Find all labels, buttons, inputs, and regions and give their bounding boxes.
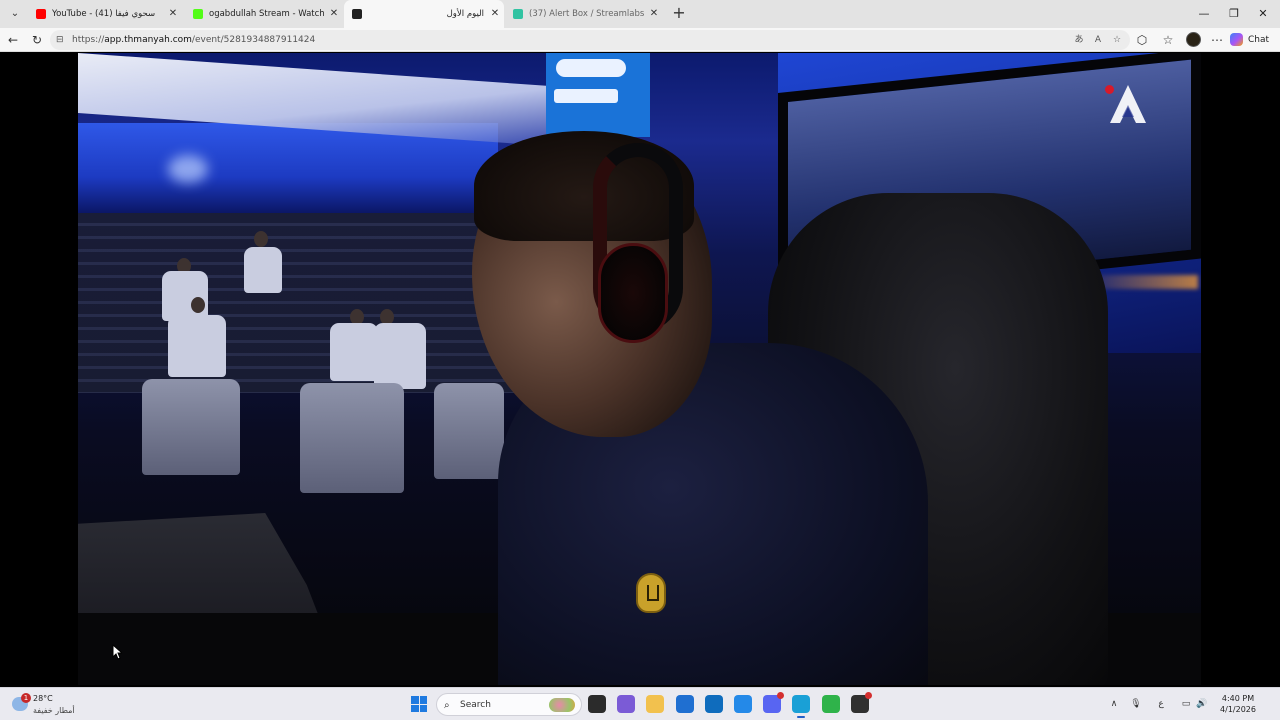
close-window-button[interactable]: ✕ <box>1246 0 1280 28</box>
tab-label: اليوم الأول <box>446 9 484 19</box>
ceiling-light <box>168 155 208 183</box>
weather-description: أمطار خفيفة <box>33 706 75 715</box>
favorite-star-icon[interactable]: ☆ <box>1108 30 1126 50</box>
tab-label: ogabdullah Stream - Watch Live o <box>209 9 327 19</box>
start-button[interactable] <box>411 696 427 712</box>
extensions-icon[interactable]: ⬡ <box>1132 30 1152 50</box>
youtube-favicon-icon <box>36 9 46 19</box>
page-content <box>0 53 1280 687</box>
tab-label: YouTube - سحوي فيفا (41) <box>52 9 156 19</box>
audience-member <box>162 271 208 321</box>
tab-streamlabs[interactable]: (37) Alert Box / Streamlabs ✕ <box>505 0 663 28</box>
headset-earcup <box>598 243 668 343</box>
audience-member <box>330 323 378 381</box>
tab-close-icon[interactable]: ✕ <box>490 0 500 28</box>
thmanyah-logo-icon <box>1110 85 1146 123</box>
tab-label: (37) Alert Box / Streamlabs <box>529 9 645 19</box>
lounge-seat <box>434 383 504 479</box>
audience-member <box>191 297 205 313</box>
audience-member <box>374 323 426 389</box>
tab-close-icon[interactable]: ✕ <box>168 0 178 28</box>
profile-avatar[interactable] <box>1186 32 1201 47</box>
desktop-screen: ⌄ YouTube - سحوي فيفا (41) ✕ ogabdullah … <box>0 0 1280 720</box>
obs-studio-icon[interactable] <box>851 692 872 713</box>
copilot-icon <box>1230 33 1243 46</box>
search-label: Search <box>460 700 491 710</box>
audience-member <box>168 315 226 377</box>
tab-close-icon[interactable]: ✕ <box>329 0 339 28</box>
site-info-icon[interactable]: ⊟ <box>56 30 64 50</box>
mouse-cursor-icon <box>112 644 122 660</box>
edge-browser-icon[interactable] <box>792 695 810 718</box>
read-aloud-icon[interactable]: A <box>1089 30 1107 50</box>
file-manager-icon[interactable] <box>588 695 606 713</box>
tab-actions-menu-button[interactable]: ⌄ <box>4 3 26 25</box>
outlook-icon[interactable] <box>705 695 723 713</box>
taskbar-search-box[interactable]: ⌕ Search <box>436 693 582 716</box>
streamlabs-favicon-icon <box>513 9 523 19</box>
notification-dot <box>865 692 872 699</box>
browser-toolbar: ← ↻ ⊟ https://app.thmanyah.com/event/528… <box>0 28 1280 52</box>
lounge-seat <box>142 379 240 475</box>
search-highlight-art <box>549 698 575 712</box>
microphone-icon[interactable]: 🎙 <box>1128 688 1144 720</box>
url-path: /event/5281934887911424 <box>191 35 316 45</box>
browser-tab-strip: ⌄ YouTube - سحوي فيفا (41) ✕ ogabdullah … <box>0 0 1280 28</box>
gallery-app-icon[interactable] <box>617 695 635 713</box>
audience-member <box>254 231 268 247</box>
more-menu-icon[interactable]: ⋯ <box>1207 30 1227 50</box>
windows-taskbar: 1 28°C أمطار خفيفة ⌕ Search ∧ 🎙 ع ▭ 🔊 4:… <box>0 687 1280 720</box>
url-host: app.thmanyah.com <box>104 35 192 45</box>
minimize-button[interactable]: — <box>1187 0 1221 28</box>
microsoft-store-icon[interactable] <box>676 695 694 713</box>
show-hidden-icons-chevron[interactable]: ∧ <box>1106 688 1122 720</box>
team-banner <box>546 53 650 137</box>
translate-icon[interactable]: あ <box>1070 30 1088 50</box>
tab-close-icon[interactable]: ✕ <box>649 0 659 28</box>
search-icon: ⌕ <box>444 700 450 711</box>
green-app-icon[interactable] <box>822 695 840 713</box>
clock-date: 4/1/2026 <box>1220 705 1256 714</box>
back-button[interactable]: ← <box>3 30 23 50</box>
refresh-button[interactable]: ↻ <box>27 30 47 50</box>
copilot-chat-button[interactable]: Chat <box>1230 30 1278 50</box>
chat-label: Chat <box>1248 35 1270 45</box>
tab-kick-stream[interactable]: ogabdullah Stream - Watch Live o ✕ <box>185 0 343 28</box>
url-text: https://app.thmanyah.com/event/528193488… <box>72 30 315 50</box>
weather-widget[interactable]: 1 28°C أمطار خفيفة <box>10 691 90 718</box>
team-crest-badge <box>636 573 666 613</box>
tab-youtube[interactable]: YouTube - سحوي فيفا (41) ✕ <box>28 0 182 28</box>
address-bar[interactable]: ⊟ https://app.thmanyah.com/event/5281934… <box>50 30 1130 50</box>
lounge-seat <box>300 383 404 493</box>
edge-copilot-icon[interactable] <box>734 695 752 713</box>
display-icon[interactable]: ▭ <box>1178 688 1194 720</box>
favorites-icon[interactable]: ☆ <box>1158 30 1178 50</box>
thmanyah-favicon-icon <box>352 9 362 19</box>
speaker-icon[interactable]: 🔊 <box>1194 688 1210 720</box>
audience-member <box>244 247 282 293</box>
file-explorer-icon[interactable] <box>646 695 664 713</box>
url-scheme: https:// <box>72 35 105 45</box>
video-player[interactable] <box>78 53 1201 685</box>
new-tab-button[interactable]: + <box>670 4 688 22</box>
clock-time: 4:40 PM <box>1221 694 1255 703</box>
notification-dot <box>777 692 784 699</box>
weather-temperature: 28°C <box>33 694 53 703</box>
kick-favicon-icon <box>193 9 203 19</box>
weather-alert-badge: 1 <box>21 693 31 703</box>
input-language-indicator[interactable]: ع <box>1153 688 1169 720</box>
tab-thmanyah-event[interactable]: اليوم الأول ✕ <box>344 0 504 28</box>
taskbar-clock[interactable]: 4:40 PM 4/1/2026 <box>1210 693 1266 715</box>
discord-icon[interactable] <box>763 692 784 713</box>
